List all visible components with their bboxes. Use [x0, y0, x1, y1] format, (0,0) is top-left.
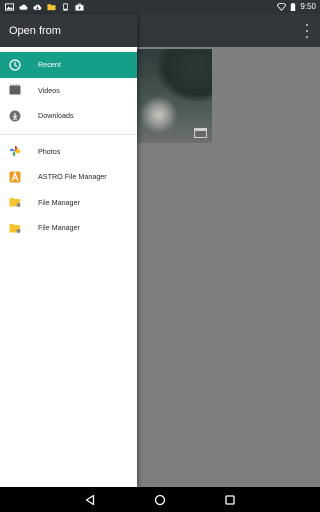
overflow-menu-icon[interactable]	[304, 24, 310, 38]
cloud-download-icon	[33, 4, 42, 10]
drawer-item-videos[interactable]: Videos	[0, 78, 137, 104]
bag-icon	[75, 3, 84, 11]
back-icon	[85, 494, 95, 505]
drawer-item-label: Downloads	[38, 111, 74, 121]
drawer-item-file-manager-2[interactable]: File Manager	[0, 215, 137, 241]
drawer-item-photos[interactable]: Photos	[0, 139, 137, 165]
folder-icon	[9, 196, 21, 208]
film-icon	[9, 84, 21, 96]
astro-icon	[9, 170, 21, 183]
divider	[0, 133, 137, 135]
clock-text: 9:50	[300, 2, 316, 11]
drawer-header: Open from	[0, 14, 137, 47]
drawer-item-label: ASTRO File Manager	[38, 172, 107, 182]
drawer-item-astro-file-manager[interactable]: ASTRO File Manager	[0, 164, 137, 190]
drawer-item-label: File Manager	[38, 223, 80, 233]
back-button[interactable]	[82, 492, 98, 508]
recents-button[interactable]	[222, 492, 238, 508]
folder-icon	[9, 222, 21, 234]
drawer-item-label: Photos	[38, 146, 61, 156]
status-bar: 9:50	[0, 0, 320, 14]
folder-icon	[47, 4, 56, 11]
drawer-item-recent[interactable]: Recent	[0, 52, 137, 78]
wifi-icon	[277, 3, 287, 11]
film-badge-icon	[194, 128, 207, 138]
download-icon	[9, 110, 21, 122]
clock-icon	[9, 59, 21, 71]
navigation-drawer: Open from Recent Videos Downloads Photos…	[0, 14, 137, 487]
drawer-item-label: Videos	[38, 85, 60, 95]
pinwheel-icon	[9, 145, 21, 157]
home-icon	[154, 494, 166, 505]
cloud-icon	[19, 4, 28, 10]
drawer-list: Recent Videos Downloads Photos ASTRO Fil…	[0, 47, 137, 241]
phone-icon	[63, 3, 68, 11]
battery-icon	[291, 3, 296, 11]
system-icons: 9:50	[277, 0, 316, 14]
image-icon	[5, 3, 14, 11]
drawer-title: Open from	[9, 24, 61, 37]
drawer-item-downloads[interactable]: Downloads	[0, 103, 137, 129]
video-thumbnail[interactable]	[137, 49, 212, 143]
drawer-item-label: Recent	[38, 60, 61, 70]
home-button[interactable]	[152, 492, 168, 508]
notification-icons	[5, 3, 84, 11]
recents-icon	[225, 494, 235, 505]
system-nav-bar	[0, 487, 320, 512]
drawer-item-label: File Manager	[38, 197, 80, 207]
drawer-item-file-manager[interactable]: File Manager	[0, 190, 137, 216]
